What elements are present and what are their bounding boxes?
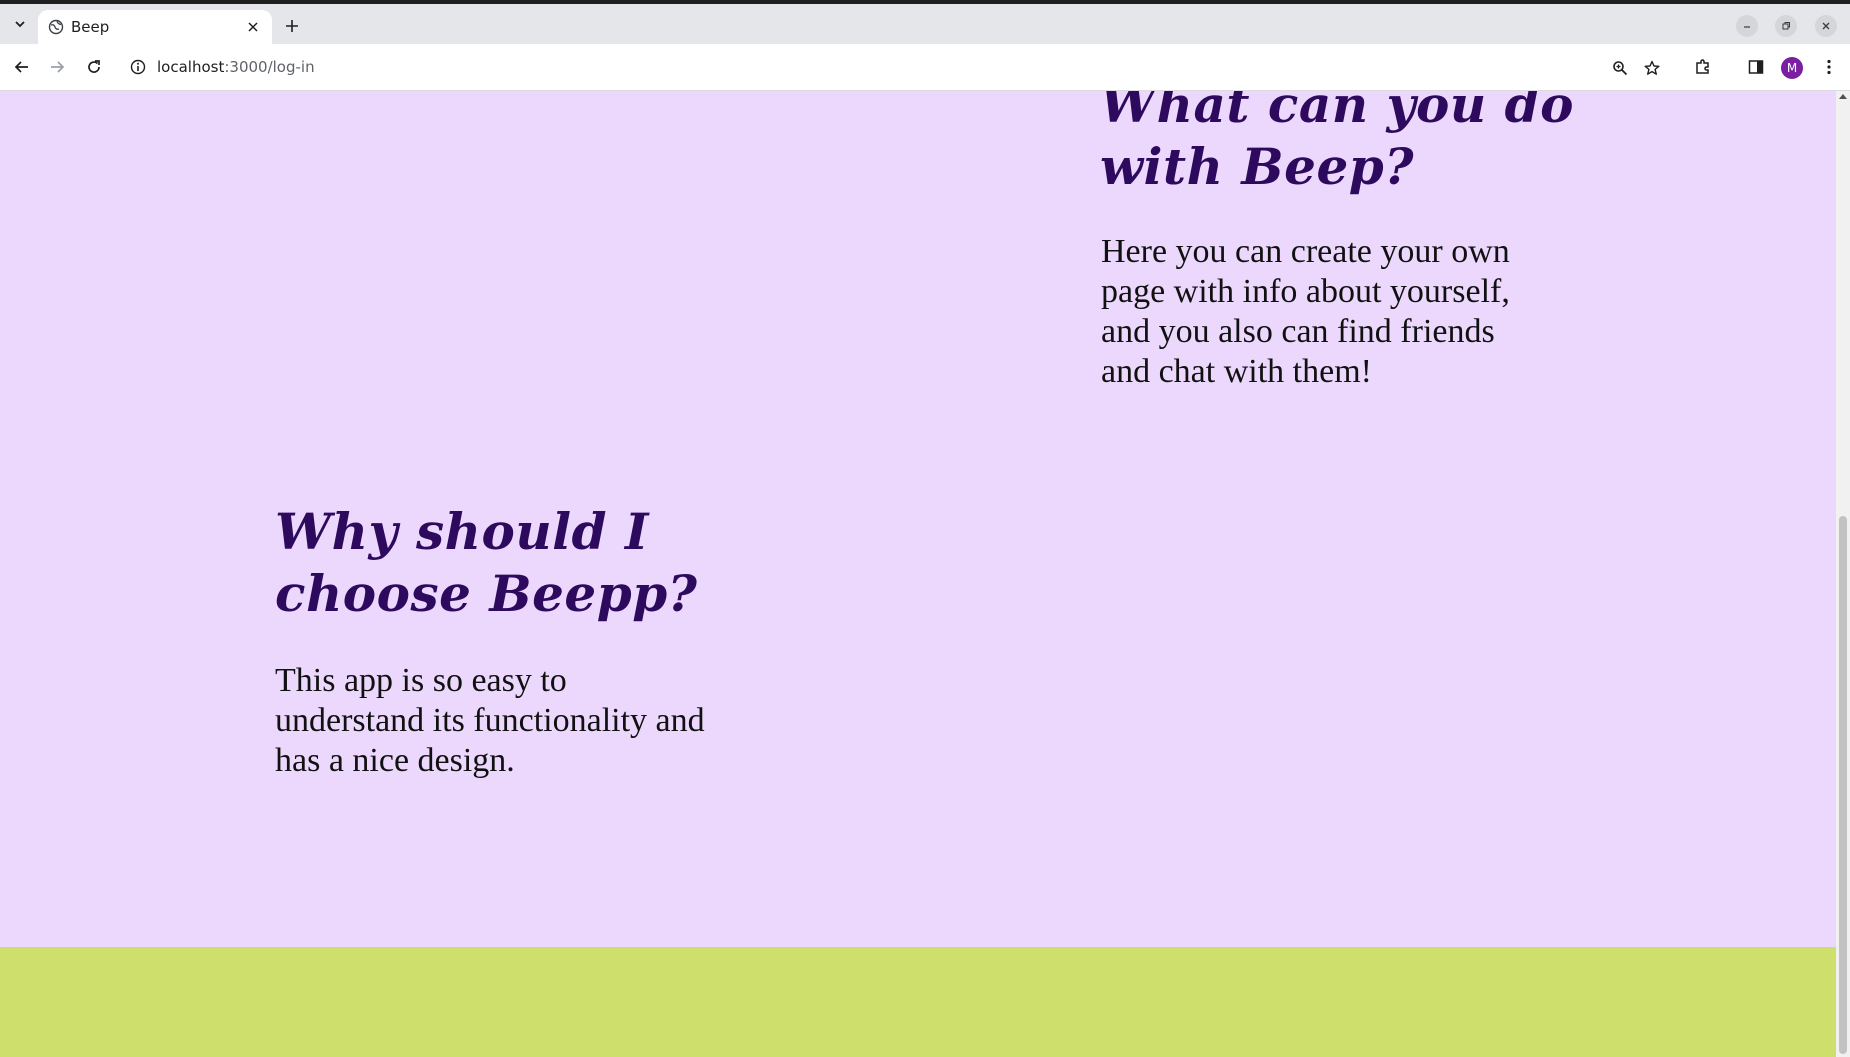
address-bar[interactable]: localhost:3000/log-in — [120, 49, 1675, 85]
tab-title: Beep — [71, 18, 110, 36]
window-close-button[interactable] — [1815, 15, 1837, 37]
forward-button[interactable] — [45, 55, 69, 79]
zoom-icon — [1613, 61, 1628, 76]
section-why-body-line: has a nice design. — [275, 742, 515, 779]
page-viewport: What can you do with Beep? Here you can … — [0, 91, 1836, 1057]
new-tab-button[interactable] — [280, 14, 304, 38]
url-path: :3000/log-in — [224, 58, 315, 76]
arrow-left-icon — [14, 61, 28, 73]
browser-toolbar: localhost:3000/log-in M — [0, 44, 1850, 91]
section-what-body-line: and chat with them! — [1101, 353, 1372, 390]
section-why-heading: Why should I choose Beepp? — [275, 501, 697, 625]
minimize-button[interactable] — [1736, 15, 1758, 37]
section-what-body-line: Here you can create your own — [1101, 233, 1510, 270]
zoom-button[interactable] — [1610, 58, 1630, 78]
bookmark-button[interactable] — [1642, 58, 1662, 78]
tab-close-button[interactable] — [244, 18, 262, 36]
section-what-body-line: and you also can find friends — [1101, 313, 1495, 350]
page-scrollbar[interactable] — [1836, 91, 1850, 1057]
globe-icon — [48, 19, 64, 35]
url-host: localhost — [157, 58, 225, 76]
section-what-body: Here you can create your own page with i… — [1101, 232, 1510, 392]
side-panel-icon — [1748, 60, 1764, 74]
minimize-icon — [1744, 26, 1750, 28]
side-panel-button[interactable] — [1745, 56, 1767, 78]
back-button[interactable] — [10, 55, 34, 79]
reload-button[interactable] — [82, 55, 106, 79]
footer-band — [0, 947, 1836, 1057]
section-why-body-line: understand its functionality and — [275, 702, 705, 739]
restore-button[interactable] — [1775, 15, 1797, 37]
arrow-right-icon — [51, 61, 65, 73]
tab-beep[interactable]: Beep — [38, 10, 272, 44]
kebab-menu-icon — [1827, 59, 1831, 75]
section-what-heading-line1: What can you do — [1100, 91, 1574, 134]
section-what-heading-line2: with Beep? — [1100, 137, 1415, 196]
section-what-body-line: page with info about yourself, — [1101, 273, 1510, 310]
scrollbar-thumb[interactable] — [1839, 516, 1847, 1054]
section-why-heading-line2: choose Beepp? — [275, 564, 698, 623]
star-icon — [1644, 60, 1660, 75]
scroll-up-arrow-icon[interactable] — [1839, 94, 1847, 99]
profile-avatar[interactable]: M — [1781, 57, 1803, 79]
restore-icon — [1782, 22, 1790, 30]
plus-icon — [286, 20, 298, 32]
info-icon — [130, 59, 146, 75]
section-what-heading: What can you do with Beep? — [1100, 91, 1574, 198]
browser-menu-button[interactable] — [1818, 56, 1840, 78]
reload-icon — [88, 60, 100, 73]
tab-search-button[interactable] — [7, 12, 33, 36]
section-why-body-line: This app is so easy to — [275, 662, 567, 699]
section-why-heading-line1: Why should I — [275, 502, 649, 561]
url-text[interactable]: localhost:3000/log-in — [157, 58, 315, 76]
extensions-button[interactable] — [1692, 56, 1714, 78]
tab-strip: Beep — [0, 4, 1850, 44]
close-icon — [1822, 22, 1830, 30]
section-why-body: This app is so easy to understand its fu… — [275, 661, 705, 781]
chevron-down-icon — [15, 21, 25, 28]
puzzle-icon — [1696, 59, 1709, 74]
close-icon — [248, 22, 258, 32]
